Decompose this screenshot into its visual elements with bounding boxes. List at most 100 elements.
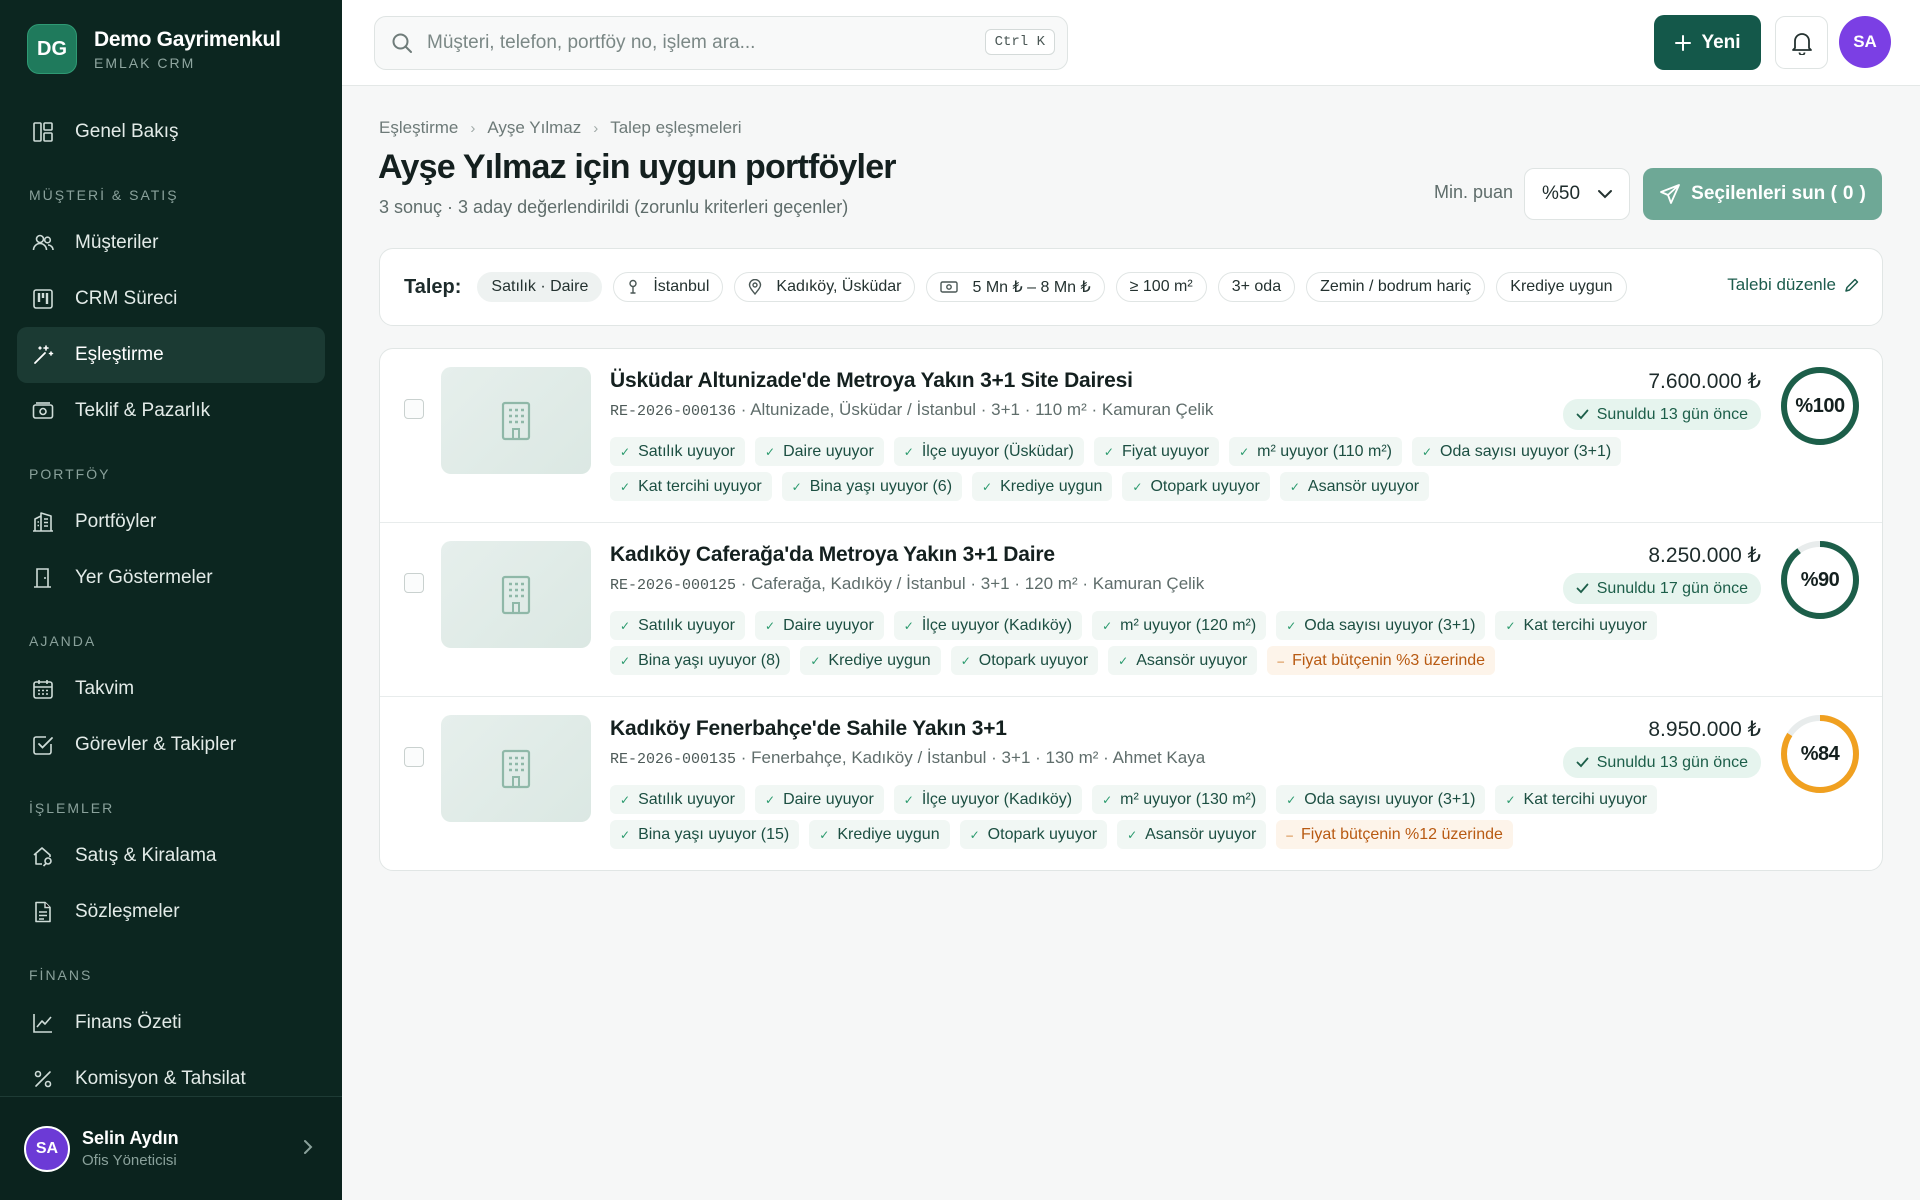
brand[interactable]: DG Demo Gayrimenkul EMLAK CRM [27,24,281,74]
search-input[interactable] [427,32,967,54]
check-icon [1576,583,1589,594]
request-chip: Krediye uygun [1496,272,1627,302]
send-selected-button[interactable]: Seçilenleri sun (0) [1643,168,1882,220]
request-chip-label: Krediye uygun [1510,278,1613,295]
match-tag-label: Daire uyuyor [783,790,874,808]
request-chips: Satılık · Daire İstanbul Kadıköy, Üsküdar 5… [477,272,1637,302]
avatar: SA [24,1125,70,1172]
match-tag: ✓ Oda sayısı uyuyor (3+1) [1411,437,1622,466]
check-icon: ✓ [620,653,631,668]
match-tag: ✓ Daire uyuyor [755,437,884,466]
minus-icon: – [1277,653,1285,668]
request-label: Talep: [404,275,462,298]
sidebar-item-sozlesmeler[interactable]: Sözleşmeler [17,884,325,940]
sidebar-item-crm-sureci[interactable]: CRM Süreci [17,271,325,327]
sidebar-item-gorevler-takipler[interactable]: Görevler & Takipler [17,717,325,773]
portfolio-code: RE-2026-000135 [610,751,737,768]
search-box[interactable]: Ctrl K [374,16,1068,70]
edit-request-link[interactable]: Talebi düzenle [1727,275,1860,295]
request-chip-label: ≥ 100 m² [1129,278,1193,295]
match-tag: ✓ Otopark uyuyor [1122,472,1270,501]
breadcrumb-item[interactable]: Eşleştirme [379,118,458,138]
sidebar-item-portfoyler[interactable]: Portföyler [17,494,325,550]
sidebar-item-komisyon-tahsilat[interactable]: Komisyon & Tahsilat [17,1051,325,1094]
match-tag: ✓ Bina yaşı uyuyor (6) [781,472,963,501]
sidebar-item-genel-bakis[interactable]: Genel Bakış [17,104,325,160]
result-row[interactable]: Kadıköy Fenerbahçe'de Sahile Yakın 3+1 RE… [380,697,1882,870]
match-tag-label: Fiyat bütçenin %12 üzerinde [1300,825,1503,843]
match-tag-label: Fiyat bütçenin %3 üzerinde [1292,651,1486,669]
presented-badge: Sunuldu 13 gün önce [1562,747,1761,778]
match-tags: ✓ Satılık uyuyor ✓ Daire uyuyor ✓ İlçe uyuyor… [610,437,1622,507]
chevron-right-icon[interactable] [302,1139,314,1155]
sidebar-item-label: Finans Özeti [75,1012,182,1033]
property-thumbnail[interactable] [441,541,591,648]
check-icon: ✓ [620,792,631,807]
result-row[interactable]: Üsküdar Altunizade'de Metroya Yakın 3+1 … [380,349,1882,523]
sidebar-item-label: Görevler & Takipler [75,734,237,755]
sidebar-item-eslestirme[interactable]: Eşleştirme [17,327,325,383]
breadcrumb-item[interactable]: Ayşe Yılmaz [487,118,581,138]
sidebar-item-label: CRM Süreci [75,288,178,309]
breadcrumb-item: Talep eşleşmeleri [610,118,742,137]
sidebar-item-satis-kiralama[interactable]: Satış & Kiralama [17,828,325,884]
match-tag-row: ✓ Satılık uyuyor ✓ Daire uyuyor ✓ İlçe uyuyor… [610,611,1658,640]
person-pin-icon [627,279,646,295]
property-thumbnail[interactable] [441,367,591,474]
sidebar-item-label: Müşteriler [75,232,159,253]
sidebar-item-finans-ozeti[interactable]: Finans Özeti [17,995,325,1051]
match-tags: ✓ Satılık uyuyor ✓ Daire uyuyor ✓ İlçe uyuyor… [610,611,1658,681]
match-tag-label: Krediye uygun [837,825,940,843]
check-icon: ✓ [1102,792,1113,807]
sidebar-item-label: Eşleştirme [75,344,164,365]
property-price: 8.950.000 ₺ [1648,718,1761,741]
building-placeholder-icon [501,749,531,788]
check-icon: ✓ [1505,618,1516,633]
mismatch-tag: – Fiyat bütçenin %3 üzerinde [1267,646,1496,675]
user-avatar-button[interactable]: SA [1839,16,1891,68]
match-tag: ✓ Otopark uyuyor [950,646,1099,675]
grid-icon [30,119,56,145]
sidebar-item-musteriler[interactable]: Müşteriler [17,215,325,271]
sidebar-item-teklif-pazarlik[interactable]: Teklif & Pazarlık [17,383,325,439]
property-thumbnail[interactable] [441,715,591,822]
new-button[interactable]: Yeni [1654,15,1761,70]
match-tag-label: Otopark uyuyor [1150,477,1260,495]
request-chip-label: Satılık · Daire [491,278,589,295]
property-title[interactable]: Kadıköy Caferağa'da Metroya Yakın 3+1 Da… [610,543,1055,567]
property-title[interactable]: Kadıköy Fenerbahçe'de Sahile Yakın 3+1 [610,717,1007,741]
match-tag-label: Otopark uyuyor [978,651,1089,669]
sidebar-item-yer-gostermeler[interactable]: Yer Göstermeler [17,550,325,606]
result-row[interactable]: Kadıköy Caferağa'da Metroya Yakın 3+1 Da… [380,523,1882,697]
send-label-close: ) [1859,183,1866,204]
presented-badge-label: Sunuldu 17 gün önce [1596,579,1748,597]
match-tag-label: Kat tercihi uyuyor [1523,790,1648,808]
select-checkbox[interactable] [404,573,424,593]
match-tag: ✓ Krediye uygun [800,646,941,675]
sidebar-user[interactable]: SA Selin Aydın Ofis Yöneticisi [0,1096,342,1200]
notifications-button[interactable] [1775,16,1828,69]
match-tag-label: Satılık uyuyor [638,790,735,808]
property-title[interactable]: Üsküdar Altunizade'de Metroya Yakın 3+1 … [610,369,1133,393]
match-tag: ✓ Kat tercihi uyuyor [610,472,772,501]
minus-icon: – [1286,827,1293,842]
user-name: Selin Aydın [82,1128,179,1148]
shortcut-hint: Ctrl K [984,29,1055,55]
request-chip-label: Kadıköy, Üsküdar [776,278,902,295]
match-tag-label: Oda sayısı uyuyor (3+1) [1304,790,1476,808]
match-tag: ✓ Satılık uyuyor [610,611,745,640]
request-chip-label: İstanbul [653,278,710,295]
topbar: Ctrl K Yeni SA [342,0,1920,86]
sidebar-item-takvim[interactable]: Takvim [17,661,325,717]
brand-logo: DG [27,24,77,74]
select-checkbox[interactable] [404,399,424,419]
portfolio-code: RE-2026-000125 [610,577,737,594]
match-tag: ✓ Otopark uyuyor [959,820,1108,849]
property-price: 7.600.000 ₺ [1648,370,1761,393]
property-details: · Altunizade, Üsküdar / İstanbul · 3+1 ·… [736,400,1214,419]
select-checkbox[interactable] [404,747,424,767]
match-tag-label: Satılık uyuyor [638,442,735,460]
match-tag-label: Krediye uygun [1000,477,1103,495]
min-score-select[interactable]: %50 [1524,168,1630,220]
brand-name: Demo Gayrimenkul [94,27,281,51]
